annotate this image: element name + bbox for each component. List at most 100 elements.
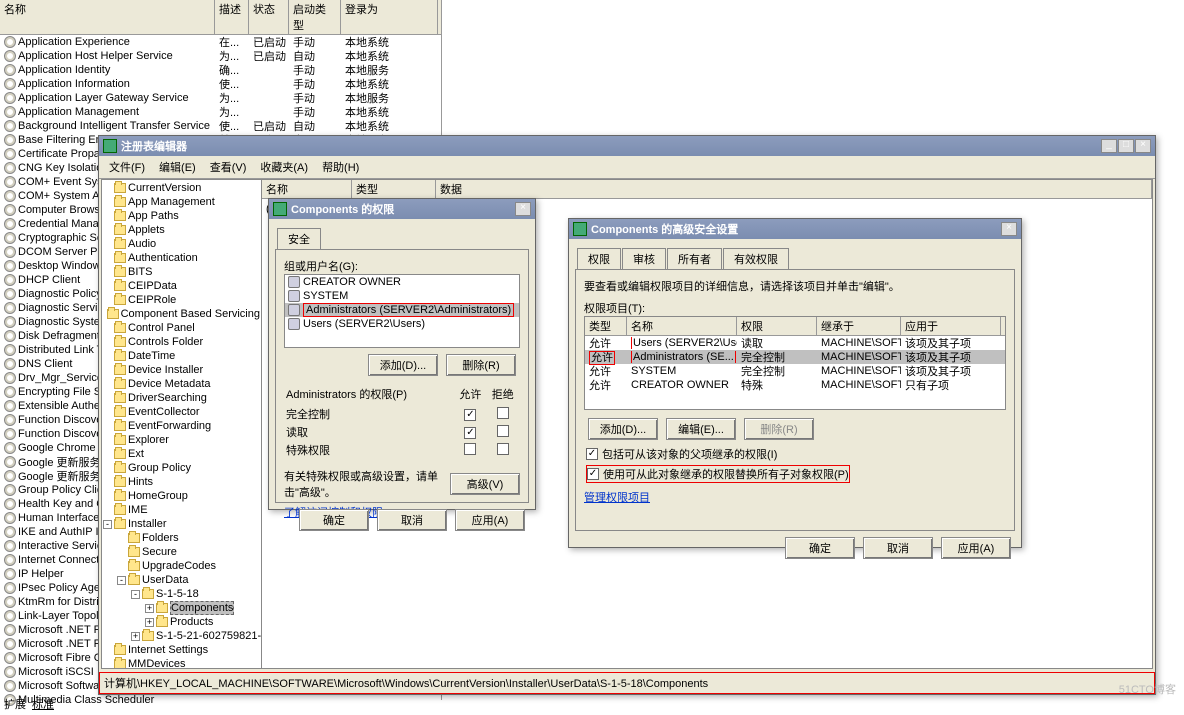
services-header-logon[interactable]: 登录为 (341, 0, 438, 34)
lvh-access[interactable]: 权限 (737, 317, 817, 335)
tree-node[interactable]: HomeGroup (103, 489, 260, 503)
perm-cancel-button[interactable]: 取消 (377, 509, 447, 531)
tab-extended[interactable]: 扩展 (4, 696, 26, 712)
tab-permissions[interactable]: 权限 (577, 248, 621, 269)
tree-node[interactable]: Audio (103, 237, 260, 251)
perm-entry-row[interactable]: 允许CREATOR OWNER特殊MACHINE\SOFTWA...只有子项 (585, 378, 1005, 392)
allow-checkbox[interactable]: ✓ (464, 409, 476, 421)
tree-node[interactable]: Explorer (103, 433, 260, 447)
tab-audit[interactable]: 审核 (622, 248, 666, 269)
tree-node[interactable]: Secure (103, 545, 260, 559)
tree-node[interactable]: EventForwarding (103, 419, 260, 433)
inherit-checkbox[interactable]: ✓ (586, 448, 598, 460)
adv-edit-button[interactable]: 编辑(E)... (666, 418, 736, 440)
adv-apply-button[interactable]: 应用(A) (941, 537, 1011, 559)
advsec-close-button[interactable]: × (1001, 222, 1017, 236)
tree-node[interactable]: Control Panel (103, 321, 260, 335)
tree-node[interactable]: MMDevices (103, 657, 260, 668)
tab-owner[interactable]: 所有者 (667, 248, 722, 269)
tree-node[interactable]: Hints (103, 475, 260, 489)
tree-node[interactable]: Authentication (103, 251, 260, 265)
tree-node[interactable]: UpgradeCodes (103, 559, 260, 573)
tree-node[interactable]: Device Installer (103, 363, 260, 377)
regedit-title-bar[interactable]: 注册表编辑器 _ □ × (99, 136, 1155, 156)
tree-node[interactable]: -UserData (103, 573, 260, 587)
menu-file[interactable]: 文件(F) (103, 158, 151, 176)
minimize-button[interactable]: _ (1101, 139, 1117, 153)
service-row[interactable]: Multimedia Class Scheduler (0, 693, 441, 707)
deny-checkbox[interactable] (497, 443, 509, 455)
services-header-state[interactable]: 状态 (249, 0, 289, 34)
tree-node[interactable]: DriverSearching (103, 391, 260, 405)
tree-node[interactable]: Device Metadata (103, 377, 260, 391)
users-listbox[interactable]: CREATOR OWNERSYSTEMAdministrators (SERVE… (284, 274, 520, 348)
perm-entry-row[interactable]: 允许SYSTEM完全控制MACHINE\SOFTWA...该项及其子项 (585, 364, 1005, 378)
rv-header-data[interactable]: 数据 (436, 180, 1152, 198)
perm-apply-button[interactable]: 应用(A) (455, 509, 525, 531)
tree-node[interactable]: +Products (103, 615, 260, 629)
lvh-apply[interactable]: 应用于 (901, 317, 1001, 335)
lvh-type[interactable]: 类型 (585, 317, 627, 335)
lvh-inherit[interactable]: 继承于 (817, 317, 901, 335)
adv-add-button[interactable]: 添加(D)... (588, 418, 658, 440)
perm-ok-button[interactable]: 确定 (299, 509, 369, 531)
service-row[interactable]: Background Intelligent Transfer Service使… (0, 119, 441, 133)
tree-node[interactable]: CEIPData (103, 279, 260, 293)
allow-checkbox[interactable] (464, 443, 476, 455)
menu-help[interactable]: 帮助(H) (316, 158, 365, 176)
menu-edit[interactable]: 编辑(E) (153, 158, 202, 176)
tree-node[interactable]: Ext (103, 447, 260, 461)
user-item[interactable]: CREATOR OWNER (285, 275, 519, 289)
tree-node[interactable]: BITS (103, 265, 260, 279)
service-row[interactable]: Application Information使...手动本地系统 (0, 77, 441, 91)
menu-fav[interactable]: 收藏夹(A) (254, 158, 314, 176)
remove-button[interactable]: 删除(R) (446, 354, 516, 376)
maximize-button[interactable]: □ (1118, 139, 1134, 153)
tree-node[interactable]: Applets (103, 223, 260, 237)
perm-entry-row[interactable]: 允许Administrators (SE...完全控制MACHINE\SOFTW… (585, 350, 1005, 364)
tree-node[interactable]: Controls Folder (103, 335, 260, 349)
menu-view[interactable]: 查看(V) (204, 158, 253, 176)
deny-checkbox[interactable] (497, 425, 509, 437)
tree-node[interactable]: EventCollector (103, 405, 260, 419)
perm-entry-row[interactable]: 允许Users (SERVER2\Users)读取MACHINE\SOFTWA.… (585, 336, 1005, 350)
service-row[interactable]: Application Layer Gateway Service为...手动本… (0, 91, 441, 105)
user-item[interactable]: SYSTEM (285, 289, 519, 303)
tree-node[interactable]: Internet Settings (103, 643, 260, 657)
manage-perm-link[interactable]: 管理权限项目 (584, 492, 650, 504)
close-button[interactable]: × (1135, 139, 1151, 153)
tree-node[interactable]: CEIPRole (103, 293, 260, 307)
tree-node[interactable]: DateTime (103, 349, 260, 363)
tree-node[interactable]: -S-1-5-18 (103, 587, 260, 601)
tree-node[interactable]: App Paths (103, 209, 260, 223)
user-item[interactable]: Administrators (SERVER2\Administrators) (285, 303, 519, 317)
lvh-name[interactable]: 名称 (627, 317, 737, 335)
permissions-close-button[interactable]: × (515, 202, 531, 216)
rv-header-type[interactable]: 类型 (352, 180, 436, 198)
service-row[interactable]: Application Experience在...已启动手动本地系统 (0, 35, 441, 49)
services-header-start[interactable]: 启动类型 (289, 0, 341, 34)
tree-node[interactable]: App Management (103, 195, 260, 209)
adv-ok-button[interactable]: 确定 (785, 537, 855, 559)
service-row[interactable]: Application Host Helper Service为...已启动自动… (0, 49, 441, 63)
service-row[interactable]: Application Management为...手动本地系统 (0, 105, 441, 119)
allow-checkbox[interactable]: ✓ (464, 427, 476, 439)
tab-effective[interactable]: 有效权限 (723, 248, 789, 269)
replace-checkbox[interactable]: ✓ (587, 468, 599, 480)
tree-node[interactable]: +S-1-5-21-602759821-36 (103, 629, 260, 643)
deny-checkbox[interactable] (497, 407, 509, 419)
perm-entries-list[interactable]: 类型 名称 权限 继承于 应用于 允许Users (SERVER2\Users)… (584, 316, 1006, 410)
tree-node[interactable]: -Installer (103, 517, 260, 531)
registry-tree[interactable]: CurrentVersionApp ManagementApp PathsApp… (102, 180, 262, 668)
rv-header-name[interactable]: 名称 (262, 180, 352, 198)
tab-standard[interactable]: 标准 (32, 696, 54, 712)
user-item[interactable]: Users (SERVER2\Users) (285, 317, 519, 331)
adv-cancel-button[interactable]: 取消 (863, 537, 933, 559)
add-button[interactable]: 添加(D)... (368, 354, 438, 376)
tab-security[interactable]: 安全 (277, 228, 321, 249)
services-header-name[interactable]: 名称 (0, 0, 215, 34)
tree-node[interactable]: +Components (103, 601, 260, 615)
service-row[interactable]: Application Identity确...手动本地服务 (0, 63, 441, 77)
tree-node[interactable]: IME (103, 503, 260, 517)
tree-node[interactable]: Group Policy (103, 461, 260, 475)
